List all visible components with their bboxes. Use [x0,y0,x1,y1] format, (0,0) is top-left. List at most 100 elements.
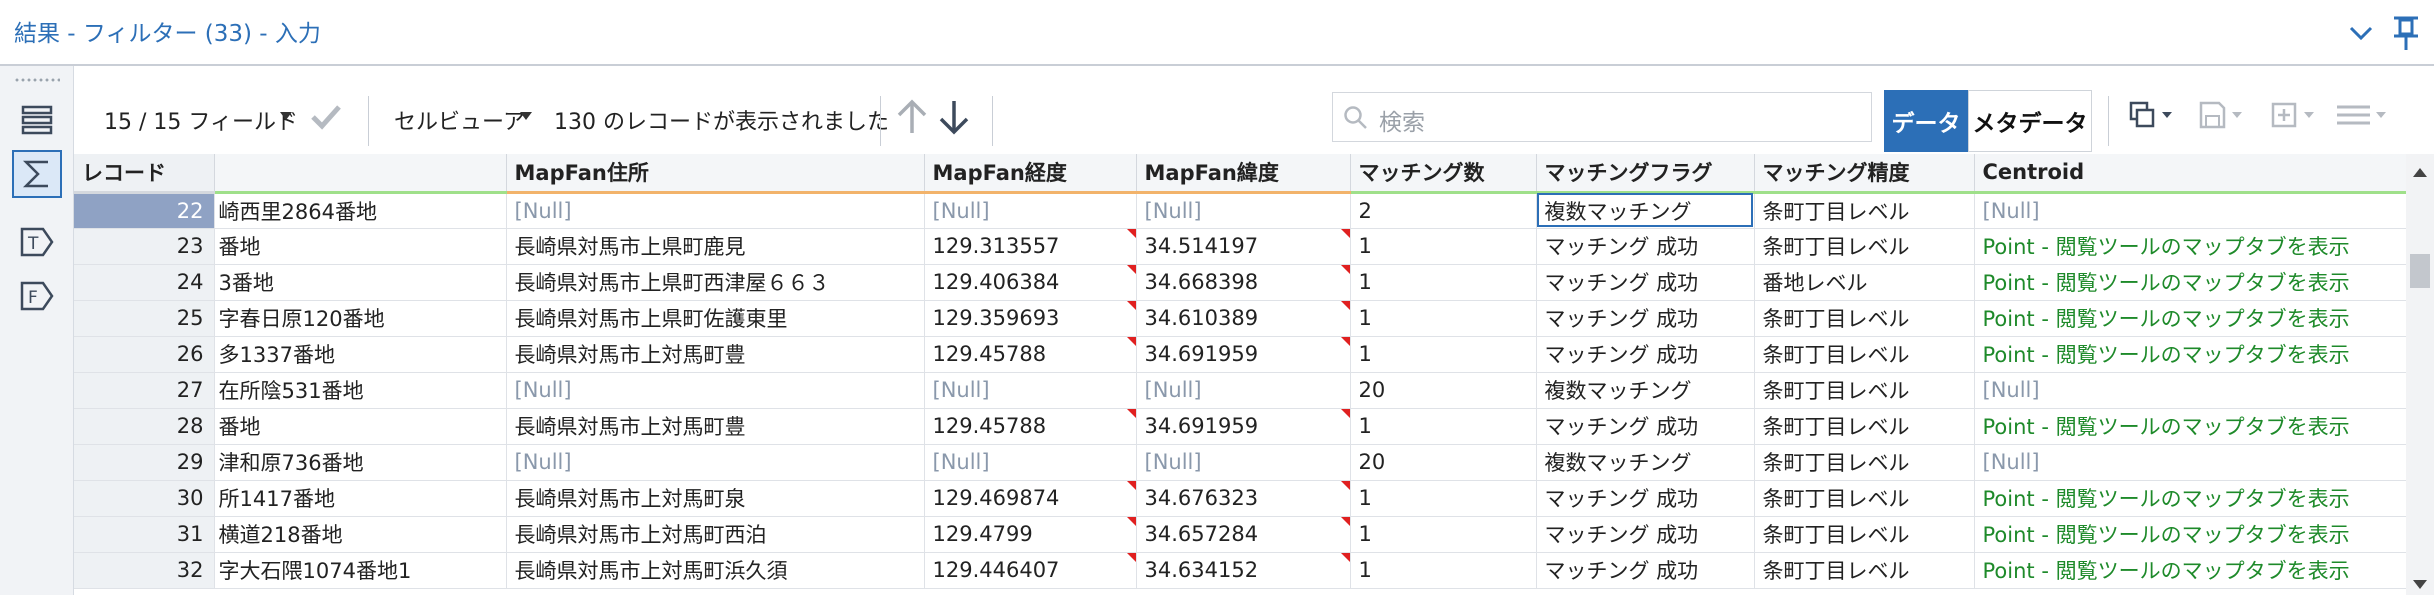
record-number[interactable]: 23 [74,228,215,265]
table-cell[interactable]: 34.691959 [1136,336,1351,373]
table-cell[interactable]: マッチング 成功 [1536,552,1755,589]
table-cell[interactable]: 129.446407 [924,552,1137,589]
cell-viewer-caret-icon[interactable] [520,112,532,120]
checkmark-icon[interactable] [310,102,342,132]
column-header[interactable]: マッチング精度 [1754,154,1975,194]
table-cell[interactable]: 番地 [214,408,507,445]
table-cell[interactable]: 129.4799 [924,516,1137,553]
column-header[interactable]: マッチングフラグ [1536,154,1755,194]
record-number[interactable]: 28 [74,408,215,445]
table-cell[interactable]: 条町丁目レベル [1754,444,1975,481]
table-cell[interactable]: 条町丁目レベル [1754,300,1975,337]
table-cell[interactable]: Point - 閲覧ツールのマップタブを表示 [1974,300,2406,337]
table-cell[interactable]: 129.469874 [924,480,1137,517]
table-cell[interactable]: 字春日原120番地 [214,300,507,337]
record-number[interactable]: 25 [74,300,215,337]
record-number[interactable]: 29 [74,444,215,481]
record-number[interactable]: 27 [74,372,215,409]
table-cell[interactable]: 複数マッチング [1536,444,1755,481]
table-cell[interactable]: [Null] [1136,192,1351,229]
table-cell[interactable]: [Null] [506,372,925,409]
table-cell[interactable]: [Null] [1136,444,1351,481]
table-cell[interactable]: 条町丁目レベル [1754,192,1975,229]
table-row[interactable]: 28 番地 長崎県対馬市上対馬町豊 129.45788 34.691959 1 … [74,408,2406,445]
table-cell[interactable]: 長崎県対馬市上対馬町豊 [506,408,925,445]
field-filter-button[interactable]: F [12,272,62,320]
table-cell[interactable]: 129.313557 [924,228,1137,265]
table-cell[interactable]: マッチング 成功 [1536,480,1755,517]
table-cell[interactable]: Point - 閲覧ツールのマップタブを表示 [1974,552,2406,589]
table-row[interactable]: 31 横道218番地 長崎県対馬市上対馬町西泊 129.4799 34.6572… [74,516,2406,553]
table-cell[interactable]: 1 [1350,408,1537,445]
table-cell[interactable]: 長崎県対馬市上県町西津屋６６３ [506,264,925,301]
chevron-down-icon[interactable] [2346,18,2376,48]
table-cell[interactable]: [Null] [924,192,1137,229]
column-header[interactable]: MapFan経度 [924,154,1137,194]
table-row[interactable]: 30 所1417番地 長崎県対馬市上対馬町泉 129.469874 34.676… [74,480,2406,517]
table-cell[interactable]: 所1417番地 [214,480,507,517]
table-row[interactable]: 32 字大石隈1074番地1 長崎県対馬市上対馬町浜久須 129.446407 … [74,552,2406,589]
scroll-thumb[interactable] [2410,254,2430,288]
tab-data[interactable]: データ [1884,90,1968,152]
table-cell[interactable]: 条町丁目レベル [1754,228,1975,265]
table-cell[interactable]: 34.610389 [1136,300,1351,337]
table-cell[interactable]: 長崎県対馬市上対馬町豊 [506,336,925,373]
column-header[interactable]: MapFan緯度 [1136,154,1351,194]
table-cell[interactable]: 129.359693 [924,300,1137,337]
scroll-up-icon[interactable] [2413,168,2427,177]
table-cell[interactable]: 129.406384 [924,264,1137,301]
text-filter-button[interactable]: T [12,218,62,266]
table-row[interactable]: 26 多1337番地 長崎県対馬市上対馬町豊 129.45788 34.6919… [74,336,2406,373]
table-cell[interactable]: 2 [1350,192,1537,229]
table-cell[interactable]: 3番地 [214,264,507,301]
table-cell[interactable]: Point - 閲覧ツールのマップタブを表示 [1974,336,2406,373]
table-cell[interactable]: 34.634152 [1136,552,1351,589]
column-header[interactable]: MapFan住所 [506,154,925,194]
table-cell[interactable]: 20 [1350,444,1537,481]
pin-icon[interactable] [2388,14,2424,52]
table-row[interactable]: 27 在所陰531番地 [Null] [Null] [Null] 20 複数マッ… [74,372,2406,409]
table-cell[interactable]: 条町丁目レベル [1754,480,1975,517]
table-cell[interactable]: 1 [1350,300,1537,337]
record-number[interactable]: 31 [74,516,215,553]
table-cell[interactable]: 34.676323 [1136,480,1351,517]
table-cell[interactable]: 津和原736番地 [214,444,507,481]
table-cell[interactable]: 129.45788 [924,336,1137,373]
table-cell[interactable]: マッチング 成功 [1536,516,1755,553]
table-row[interactable]: 29 津和原736番地 [Null] [Null] [Null] 20 複数マッ… [74,444,2406,481]
table-cell[interactable]: [Null] [1974,372,2406,409]
summary-view-button[interactable] [12,150,62,198]
table-cell[interactable]: 複数マッチング [1536,372,1755,409]
table-cell[interactable]: 在所陰531番地 [214,372,507,409]
table-cell[interactable]: 34.514197 [1136,228,1351,265]
vertical-scrollbar[interactable] [2406,154,2434,595]
table-cell[interactable]: 34.657284 [1136,516,1351,553]
table-cell[interactable]: マッチング 成功 [1536,264,1755,301]
column-header[interactable]: マッチング数 [1350,154,1537,194]
table-cell[interactable]: 1 [1350,552,1537,589]
table-cell[interactable]: 34.691959 [1136,408,1351,445]
table-cell[interactable]: 34.668398 [1136,264,1351,301]
table-cell[interactable]: 条町丁目レベル [1754,372,1975,409]
table-row[interactable]: 23 番地 長崎県対馬市上県町鹿見 129.313557 34.514197 1… [74,228,2406,265]
table-cell[interactable]: 番地レベル [1754,264,1975,301]
record-number[interactable]: 24 [74,264,215,301]
table-cell[interactable]: 条町丁目レベル [1754,552,1975,589]
table-cell[interactable]: 長崎県対馬市上対馬町西泊 [506,516,925,553]
search-box[interactable]: 検索 [1332,92,1872,142]
table-cell[interactable]: 長崎県対馬市上対馬町泉 [506,480,925,517]
record-number[interactable]: 32 [74,552,215,589]
list-view-button[interactable] [12,96,62,144]
record-number[interactable]: 26 [74,336,215,373]
table-cell[interactable]: マッチング 成功 [1536,408,1755,445]
column-header[interactable]: レコード [74,154,215,194]
table-cell[interactable]: [Null] [506,192,925,229]
table-cell[interactable]: 横道218番地 [214,516,507,553]
table-cell[interactable]: [Null] [924,444,1137,481]
copy-icon[interactable] [2128,100,2176,130]
arrow-up-icon[interactable] [894,98,930,136]
table-cell[interactable]: [Null] [924,372,1137,409]
field-selector[interactable]: 15 / 15 フィールド [104,104,298,136]
table-cell[interactable]: マッチング 成功 [1536,300,1755,337]
column-header[interactable] [214,154,507,194]
